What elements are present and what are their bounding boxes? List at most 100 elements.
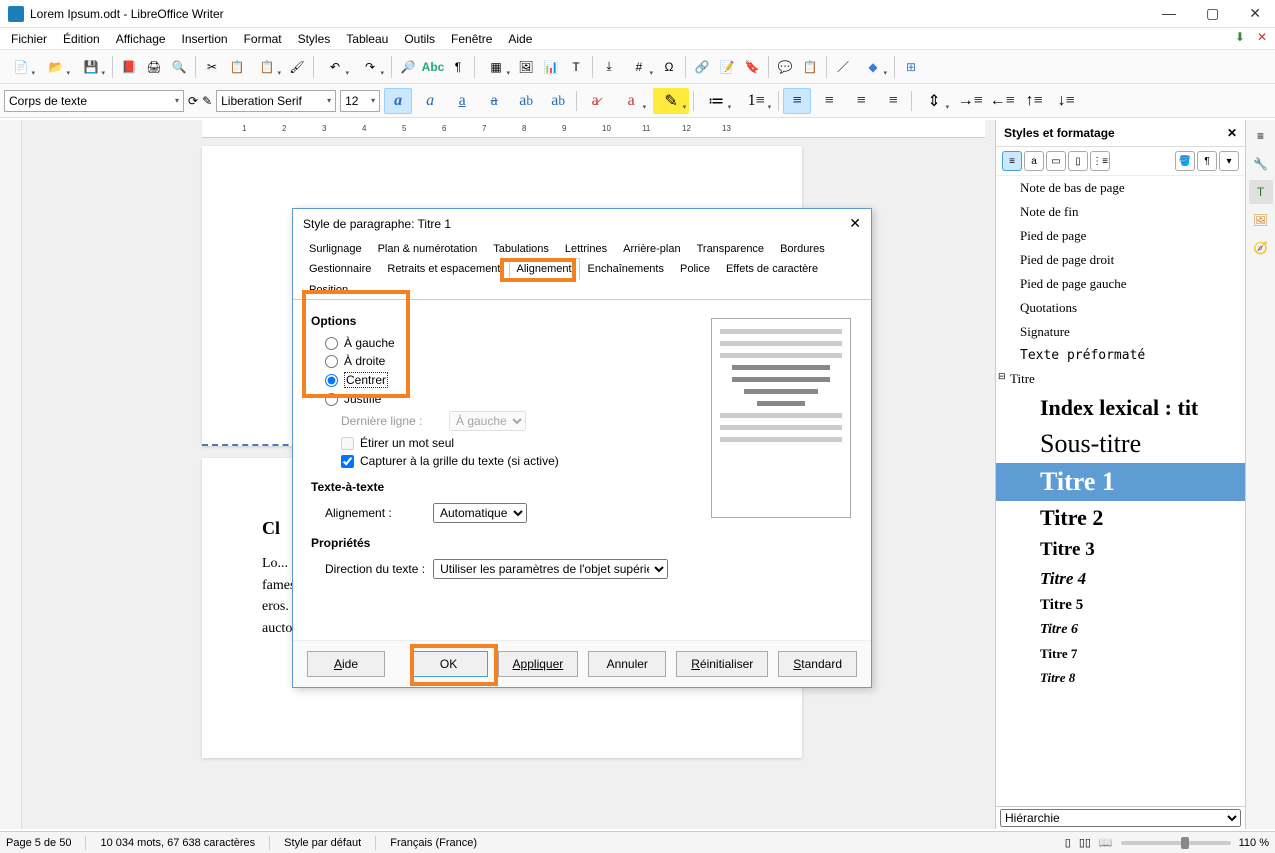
style-item[interactable]: Titre 7 (996, 642, 1245, 666)
comment-button[interactable]: 💬 (773, 55, 797, 79)
style-menu-icon[interactable]: ▾ (1219, 151, 1239, 171)
copy-button[interactable]: 📋 (225, 55, 249, 79)
paste-button[interactable]: 📋 (250, 55, 284, 79)
new-style-icon2[interactable]: ¶ (1197, 151, 1217, 171)
dialog-tab[interactable]: Tabulations (485, 238, 557, 259)
font-size-combo[interactable]: 12 (340, 90, 380, 112)
style-item[interactable]: Titre 6 (996, 618, 1245, 642)
footnote-icon[interactable]: 📝 (715, 55, 739, 79)
textbox-button[interactable]: T (564, 55, 588, 79)
align-right-button[interactable]: ≡ (847, 88, 875, 114)
view-book-icon[interactable]: 📖 (1099, 836, 1113, 849)
cancel-button[interactable]: Annuler (588, 651, 666, 677)
dialog-tab[interactable]: Arrière-plan (615, 238, 688, 259)
align-center-button[interactable]: ≡ (815, 88, 843, 114)
standard-button[interactable]: Standard (778, 651, 857, 677)
dialog-tab[interactable]: Surlignage (301, 238, 370, 259)
italic-button[interactable]: a (416, 88, 444, 114)
status-style[interactable]: Style par défaut (284, 837, 361, 849)
font-color-button[interactable]: a (613, 88, 649, 114)
status-lang[interactable]: Français (France) (390, 837, 477, 849)
update-icon[interactable]: ⬇ (1235, 30, 1245, 44)
open-button[interactable]: 📂 (39, 55, 73, 79)
print-button[interactable]: 🖨 (142, 55, 166, 79)
superscript-button[interactable]: ab (512, 88, 540, 114)
menu-insertion[interactable]: Insertion (175, 30, 235, 48)
close-button[interactable]: ✕ (1243, 3, 1267, 24)
highlight-button[interactable]: ✎ (653, 88, 689, 114)
style-item[interactable]: Pied de page gauche (996, 272, 1245, 296)
hyperlink-button[interactable]: 🔗 (690, 55, 714, 79)
update-style-icon[interactable]: ⟳ (188, 94, 198, 108)
style-item-parent[interactable]: Titre (996, 367, 1245, 391)
number-list-button[interactable]: 1≡ (738, 88, 774, 114)
undo-button[interactable]: ↶ (318, 55, 352, 79)
dialog-tab[interactable]: Effets de caractère (718, 258, 826, 280)
para-above-button[interactable]: ↑≡ (1020, 88, 1048, 114)
clone-format-button[interactable]: 🖌 (285, 55, 309, 79)
zoom-value[interactable]: 110 % (1239, 837, 1269, 849)
style-item[interactable]: Titre 5 (996, 593, 1245, 618)
styles-tab-icon[interactable]: T (1249, 180, 1273, 204)
line-icon[interactable]: ／ (831, 55, 855, 79)
menu-affichage[interactable]: Affichage (109, 30, 173, 48)
style-item[interactable]: Texte préformaté (996, 344, 1245, 367)
image-button[interactable]: 🖼 (514, 55, 538, 79)
increase-indent-button[interactable]: →≡ (956, 88, 984, 114)
save-button[interactable]: 💾 (74, 55, 108, 79)
shapes-button[interactable]: ◆ (856, 55, 890, 79)
radio-center[interactable] (325, 374, 338, 387)
style-item[interactable]: Quotations (996, 296, 1245, 320)
sidebar-menu-icon[interactable]: ≡ (1249, 124, 1273, 148)
status-words[interactable]: 10 034 mots, 67 638 caractères (100, 837, 255, 849)
grid-icon[interactable]: ⊞ (899, 55, 923, 79)
nonprinting-button[interactable]: ¶ (446, 55, 470, 79)
chart-button[interactable]: 📊 (539, 55, 563, 79)
menu-outils[interactable]: Outils (397, 30, 442, 48)
para-below-button[interactable]: ↓≡ (1052, 88, 1080, 114)
horizontal-ruler[interactable]: 12 34 56 78 910 1112 13 (202, 120, 985, 138)
subscript-button[interactable]: ab (544, 88, 572, 114)
redo-button[interactable]: ↷ (353, 55, 387, 79)
align-justify-button[interactable]: ≡ (879, 88, 907, 114)
menu-format[interactable]: Format (237, 30, 289, 48)
align-left-button[interactable]: ≡ (783, 88, 811, 114)
bookmark-icon[interactable]: 🔖 (740, 55, 764, 79)
reset-button[interactable]: Réinitialiser (676, 651, 768, 677)
dialog-tab[interactable]: Police (672, 258, 718, 280)
menu-styles[interactable]: Styles (291, 30, 338, 48)
cut-button[interactable]: ✂ (200, 55, 224, 79)
style-item[interactable]: Note de fin (996, 200, 1245, 224)
gallery-tab-icon[interactable]: 🖼 (1249, 208, 1273, 232)
clear-format-button[interactable]: a̷ (581, 88, 609, 114)
dialog-close-icon[interactable]: ✕ (849, 215, 861, 232)
paragraph-style-combo[interactable]: Corps de texte (4, 90, 184, 112)
properties-tab-icon[interactable]: 🔧 (1249, 152, 1273, 176)
export-pdf-button[interactable]: 📕 (117, 55, 141, 79)
doc-close-icon[interactable]: ✕ (1257, 30, 1267, 44)
style-item[interactable]: Sous-titre (996, 425, 1245, 463)
menu-edition[interactable]: Édition (56, 30, 107, 48)
help-button[interactable]: Aide (307, 651, 385, 677)
decrease-indent-button[interactable]: ←≡ (988, 88, 1016, 114)
spellcheck-button[interactable]: Abc (421, 55, 445, 79)
print-preview-button[interactable]: 🔍 (167, 55, 191, 79)
maximize-button[interactable]: ▢ (1200, 3, 1225, 24)
radio-justify[interactable] (325, 393, 338, 406)
menu-tableau[interactable]: Tableau (339, 30, 395, 48)
style-item[interactable]: Titre 4 (996, 565, 1245, 593)
specialchar-button[interactable]: Ω (657, 55, 681, 79)
dialog-tab[interactable]: Position (301, 279, 356, 300)
dialog-tab[interactable]: Gestionnaire (301, 258, 379, 280)
field-button[interactable]: # (622, 55, 656, 79)
view-multi-icon[interactable]: ▯▯ (1079, 836, 1091, 849)
pagebreak-button[interactable]: ⤓ (597, 55, 621, 79)
zoom-slider[interactable] (1121, 841, 1231, 845)
style-item[interactable]: Pied de page (996, 224, 1245, 248)
style-item[interactable]: Index lexical : tit (996, 391, 1245, 425)
dialog-tab[interactable]: Plan & numérotation (370, 238, 486, 259)
align-select[interactable]: Automatique (433, 503, 527, 523)
radio-right[interactable] (325, 355, 338, 368)
style-item[interactable]: Titre 1 (996, 463, 1245, 501)
radio-left[interactable] (325, 337, 338, 350)
